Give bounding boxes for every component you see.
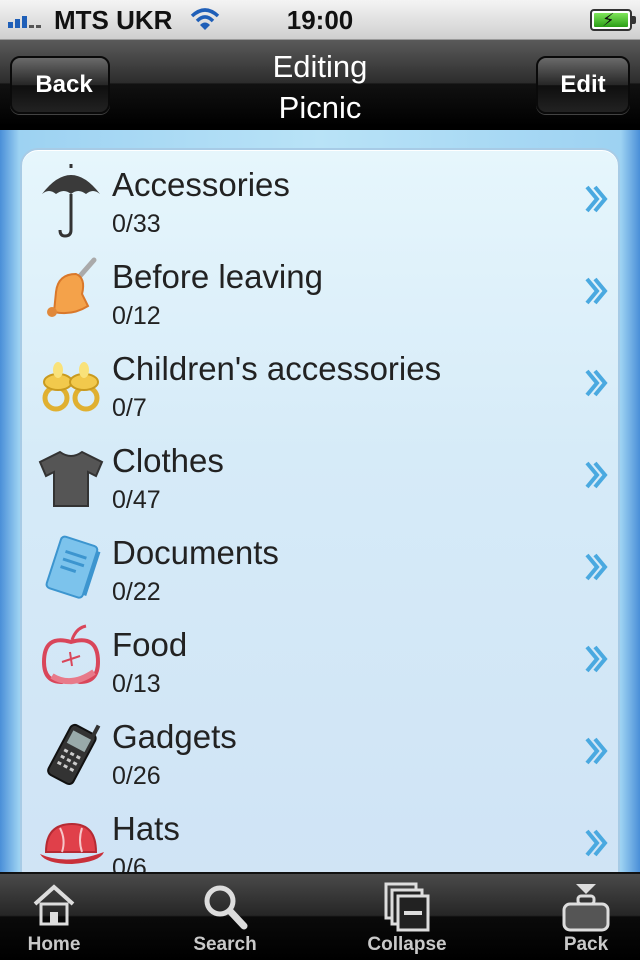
category-name: Children's accessories [112,350,442,387]
chevron-right-icon [585,277,608,305]
pacifier-icon [42,362,100,412]
back-button[interactable]: Back [10,56,110,114]
status-time: 19:00 [286,5,354,35]
category-count: 0/12 [112,302,161,330]
tshirt-icon [38,450,104,507]
category-name: Food [112,626,188,663]
umbrella-icon [42,164,100,238]
category-row-accessories[interactable]: Accessories 0/33 [22,154,618,246]
tab-home[interactable]: Home [0,874,134,960]
tab-label: Search [193,934,257,955]
category-count: 0/33 [112,210,161,238]
tab-bar: Home Search Collapse Pack [0,872,640,960]
category-row-childrens-accessories[interactable]: Children's accessories 0/7 [22,338,618,430]
pack-icon [562,884,610,932]
home-icon [33,884,75,926]
battery-icon: ⚡ [590,9,636,31]
tab-pack[interactable]: Pack [506,874,640,960]
document-icon [45,535,101,599]
page-title: Editing Picnic [150,46,490,128]
page-title-line2: Picnic [278,90,362,125]
category-count: 0/7 [112,394,147,422]
category-name: Gadgets [112,718,237,755]
category-name: Before leaving [112,258,323,295]
chevron-right-icon [585,369,608,397]
navigation-bar: Back Editing Picnic Edit [0,40,640,128]
search-icon [204,885,248,930]
category-row-food[interactable]: Food 0/13 [22,614,618,706]
status-bar: MTS UKR 19:00 ⚡ [0,0,640,40]
back-button-label: Back [35,71,93,98]
category-count: 0/47 [112,486,161,514]
tab-search[interactable]: Search [145,874,305,960]
collapse-icon [384,882,430,932]
apple-icon [41,624,101,685]
category-row-hats[interactable]: Hats 0/6 [22,798,618,872]
tab-collapse[interactable]: Collapse [327,874,487,960]
edit-button-label: Edit [560,71,606,98]
category-count: 0/26 [112,762,161,790]
edit-button[interactable]: Edit [536,56,630,114]
chevron-right-icon [585,185,608,213]
cap-icon [40,822,104,864]
category-row-documents[interactable]: Documents 0/22 [22,522,618,614]
chevron-right-icon [585,553,608,581]
tab-label: Pack [563,934,609,955]
page-title-line1: Editing [272,49,368,84]
category-count: 0/13 [112,670,161,698]
chevron-right-icon [585,461,608,489]
category-list: Accessories 0/33 Before leaving 0/12 Chi… [20,148,620,872]
tab-label: Collapse [367,934,447,955]
category-row-clothes[interactable]: Clothes 0/47 [22,430,618,522]
category-name: Clothes [112,442,224,479]
content-area[interactable]: Accessories 0/33 Before leaving 0/12 Chi… [0,130,640,872]
tab-label: Home [27,934,81,955]
category-count: 0/6 [112,854,147,872]
phone-icon [47,723,101,786]
category-name: Accessories [112,166,290,203]
category-count: 0/22 [112,578,161,606]
category-name: Hats [112,810,180,847]
chevron-right-icon [585,829,608,857]
bell-icon [47,257,97,317]
chevron-right-icon [585,645,608,673]
category-row-before-leaving[interactable]: Before leaving 0/12 [22,246,618,338]
category-row-gadgets[interactable]: Gadgets 0/26 [22,706,618,798]
category-name: Documents [112,534,279,571]
chevron-right-icon [585,737,608,765]
